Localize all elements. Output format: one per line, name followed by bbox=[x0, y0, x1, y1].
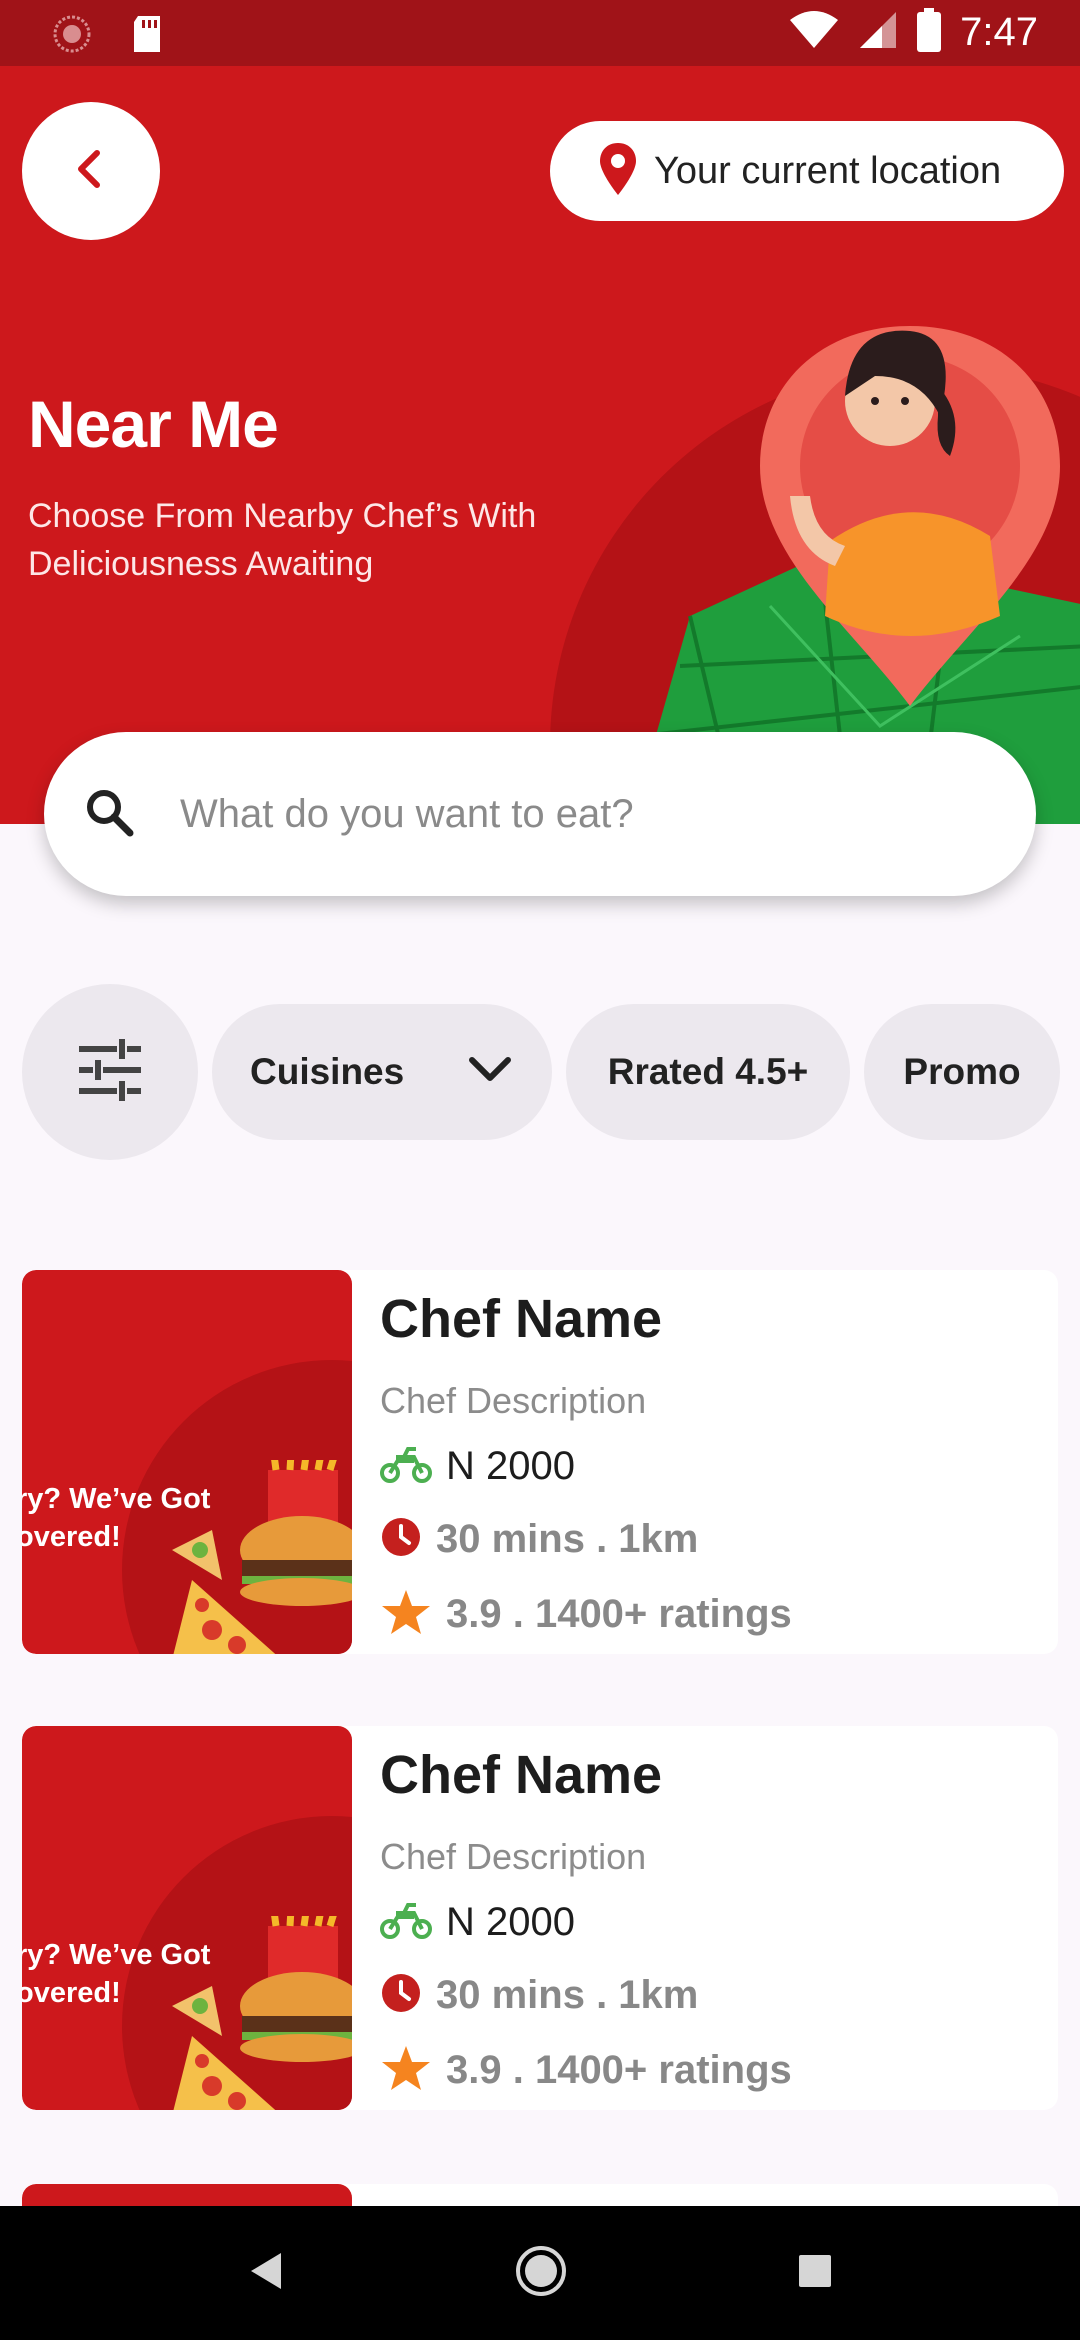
current-location-button[interactable]: Your current location bbox=[550, 121, 1064, 221]
rating-text: 3.9 . 1400+ ratings bbox=[446, 2048, 792, 2092]
search-icon bbox=[82, 785, 136, 844]
delivery-price: N 2000 bbox=[446, 1900, 575, 1944]
system-nav-bar bbox=[0, 2206, 1080, 2340]
page-subtitle: Choose From Nearby Chef’s With Delicious… bbox=[28, 492, 628, 588]
bike-icon bbox=[380, 1901, 432, 1944]
cuisines-label: Cuisines bbox=[250, 1051, 405, 1092]
promo-filter-chip[interactable]: Promo bbox=[864, 1004, 1060, 1140]
chef-name: Chef Name bbox=[380, 1745, 663, 1805]
time-distance: 30 mins . 1km bbox=[436, 1973, 699, 2017]
chevron-down-icon bbox=[468, 1051, 512, 1093]
cuisines-dropdown[interactable]: Cuisines bbox=[212, 1004, 552, 1140]
hero-banner: Your current location Near Me Choose Fro… bbox=[0, 66, 1080, 824]
rated-filter-label: Rrated 4.5+ bbox=[607, 1051, 809, 1092]
map-pin-icon bbox=[598, 141, 638, 202]
current-location-label: Your current location bbox=[654, 149, 1002, 192]
page-subtitle-line2: Deliciousness Awaiting bbox=[28, 545, 374, 583]
chef-name: Chef Name bbox=[380, 1289, 663, 1349]
wifi-icon bbox=[788, 10, 840, 55]
food-illustration bbox=[172, 1916, 352, 2110]
status-bar: 7:47 bbox=[0, 0, 1080, 66]
sliders-icon bbox=[77, 1038, 143, 1106]
chef-description: Chef Description bbox=[380, 1836, 647, 1877]
chef-description: Chef Description bbox=[380, 1380, 647, 1421]
clock-icon bbox=[380, 1972, 422, 2019]
battery-icon bbox=[916, 8, 942, 57]
filter-bar: Cuisines Rrated 4.5+ Promo bbox=[22, 984, 1080, 1160]
sd-card-icon bbox=[130, 14, 164, 59]
chef-image: ry? We’ve Got overed! bbox=[22, 1726, 352, 2110]
star-icon bbox=[380, 1588, 432, 1641]
rating-text: 3.9 . 1400+ ratings bbox=[446, 1592, 792, 1636]
filter-settings-button[interactable] bbox=[22, 984, 198, 1160]
search-input[interactable]: What do you want to eat? bbox=[180, 792, 634, 837]
home-nav-icon[interactable] bbox=[515, 2245, 567, 2302]
page-title: Near Me bbox=[28, 387, 279, 461]
recents-nav-icon[interactable] bbox=[797, 2253, 833, 2294]
delivery-price: N 2000 bbox=[446, 1444, 575, 1488]
sync-icon bbox=[52, 14, 92, 59]
search-bar[interactable]: What do you want to eat? bbox=[44, 732, 1036, 896]
page-subtitle-line1: Choose From Nearby Chef’s With bbox=[28, 497, 537, 535]
star-icon bbox=[380, 2044, 432, 2097]
clock-time: 7:47 bbox=[960, 10, 1038, 54]
time-distance: 30 mins . 1km bbox=[436, 1517, 699, 1561]
back-button[interactable] bbox=[22, 102, 160, 240]
chef-image: ry? We’ve Got overed! bbox=[22, 1270, 352, 1654]
clock-icon bbox=[380, 1516, 422, 1563]
chef-card[interactable]: ry? We’ve Got overed! Chef Name Chef Des… bbox=[22, 1270, 1058, 1654]
back-nav-icon[interactable] bbox=[247, 2251, 285, 2296]
rated-filter-chip[interactable]: Rrated 4.5+ bbox=[566, 1004, 850, 1140]
bike-icon bbox=[380, 1445, 432, 1488]
promo-filter-label: Promo bbox=[903, 1051, 1021, 1092]
signal-icon bbox=[858, 10, 898, 55]
food-illustration bbox=[172, 1460, 352, 1654]
chef-card[interactable]: ry? We’ve Got overed! Chef Name Chef Des… bbox=[22, 1726, 1058, 2110]
chevron-left-icon bbox=[71, 147, 111, 196]
